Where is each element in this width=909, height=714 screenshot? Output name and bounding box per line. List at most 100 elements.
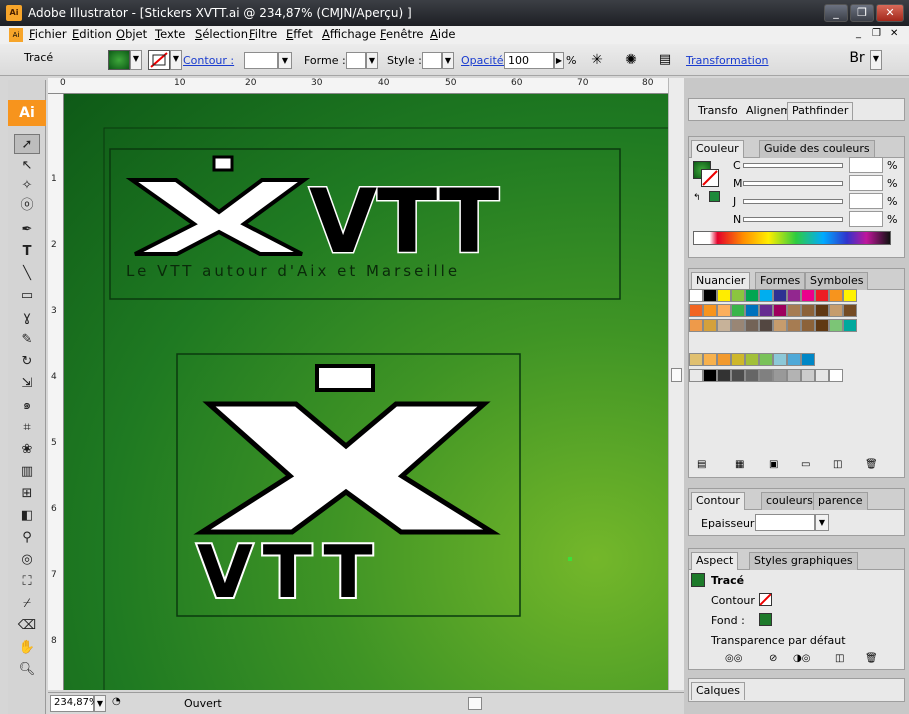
stroke-weight-field[interactable]	[244, 52, 278, 69]
selection-tool-icon[interactable]: ➚	[14, 134, 40, 154]
tab-transfo[interactable]: Transfo	[693, 102, 743, 120]
swatch[interactable]	[759, 289, 773, 302]
tab-pathfinder[interactable]: Pathfinder	[787, 102, 854, 120]
swatch[interactable]	[717, 319, 731, 332]
swap-colors-icon[interactable]: ↰	[693, 193, 701, 203]
j-value-field[interactable]	[849, 193, 883, 209]
close-button[interactable]: ✕	[876, 4, 904, 22]
new-color-group-icon[interactable]: ▭	[801, 459, 810, 470]
swatch-group-2[interactable]	[689, 369, 889, 383]
swatch[interactable]	[703, 289, 717, 302]
artboard-canvas[interactable]: VTT Le VTT autour d'Aix et Marseille VTT	[64, 94, 668, 690]
swatch[interactable]	[759, 304, 773, 317]
isolation-icon[interactable]: ✺	[622, 52, 640, 70]
swatch[interactable]	[689, 319, 703, 332]
lasso-tool-icon[interactable]: ⓞ	[14, 196, 40, 216]
swatch[interactable]	[731, 289, 745, 302]
swatch[interactable]	[717, 369, 731, 382]
swatch[interactable]	[801, 369, 815, 382]
magic-wand-tool-icon[interactable]: ✧	[14, 176, 40, 196]
vertical-scroll-thumb[interactable]	[671, 368, 682, 382]
menu-selection[interactable]: Sélection	[195, 27, 248, 41]
type-tool-icon[interactable]: T	[14, 242, 40, 262]
slice-tool-icon[interactable]: ⌿	[14, 594, 40, 614]
swatch[interactable]	[703, 304, 717, 317]
bridge-icon[interactable]: Br	[846, 50, 868, 70]
doc-close-icon[interactable]: ✕	[890, 28, 904, 42]
menu-texte[interactable]: Texte	[155, 27, 185, 41]
minimize-button[interactable]: _	[824, 4, 848, 22]
swatch[interactable]	[801, 319, 815, 332]
aspect-item[interactable]: Tracé	[711, 574, 744, 587]
j-slider[interactable]	[743, 199, 843, 204]
warp-tool-icon[interactable]: ๑	[14, 396, 40, 416]
restore-button[interactable]: ❐	[850, 4, 874, 22]
brush-dropdown-icon[interactable]: ▼	[366, 52, 378, 69]
stroke-dropdown-icon[interactable]: ▼	[170, 50, 182, 70]
direct-selection-tool-icon[interactable]: ↖	[14, 156, 40, 176]
aspect-fond-swatch[interactable]	[759, 613, 772, 626]
tab-aspect[interactable]: Aspect	[691, 552, 739, 570]
reduce-appearance-icon[interactable]: ◑◎	[793, 653, 810, 664]
swatch[interactable]	[787, 304, 801, 317]
graph-tool-icon[interactable]: ▥	[14, 462, 40, 482]
swatch[interactable]	[801, 304, 815, 317]
mesh-tool-icon[interactable]: ⊞	[14, 484, 40, 504]
vertical-scrollbar[interactable]	[668, 78, 684, 690]
swatch[interactable]	[717, 289, 731, 302]
swatch[interactable]	[773, 319, 787, 332]
zoom-tool-icon[interactable]: 🔍︎	[14, 660, 40, 680]
tab-symboles[interactable]: Symboles	[805, 272, 869, 290]
swatch[interactable]	[815, 319, 829, 332]
tab-transparence[interactable]: parence	[813, 492, 868, 510]
tab-couleur[interactable]: Couleur	[691, 140, 744, 158]
aspect-contour-swatch[interactable]	[759, 593, 772, 606]
swatch[interactable]	[717, 353, 731, 366]
swatch[interactable]	[689, 289, 703, 302]
gradient-tool-icon[interactable]: ◧	[14, 506, 40, 526]
swatch[interactable]	[829, 319, 843, 332]
delete-item-icon[interactable]: 🗑︎	[865, 653, 878, 664]
c-slider[interactable]	[743, 163, 843, 168]
swatch[interactable]	[843, 289, 857, 302]
swatch[interactable]	[843, 319, 857, 332]
swatch-folder-1[interactable]	[689, 353, 703, 366]
swatch[interactable]	[745, 289, 759, 302]
stroke-color-box[interactable]	[701, 169, 719, 187]
contour-link[interactable]: Contour :	[183, 54, 234, 67]
swatch-options-icon[interactable]: ▣	[769, 459, 778, 470]
duplicate-item-icon[interactable]: ◫	[835, 653, 844, 664]
live-paint-tool-icon[interactable]: ⛶	[14, 572, 40, 592]
m-slider[interactable]	[743, 181, 843, 186]
tab-styles-graphiques[interactable]: Styles graphiques	[749, 552, 858, 570]
swatch[interactable]	[773, 289, 787, 302]
brush-field[interactable]	[346, 52, 366, 69]
fill-swatch[interactable]	[108, 50, 130, 70]
new-swatch-icon[interactable]: ◫	[833, 459, 842, 470]
hand-tool-icon[interactable]: ✋	[14, 638, 40, 658]
swatch[interactable]	[787, 319, 801, 332]
tab-contour[interactable]: Contour	[691, 492, 745, 510]
pen-tool-icon[interactable]: ✒	[14, 220, 40, 240]
swatch-grid[interactable]	[689, 289, 889, 347]
swatch[interactable]	[787, 353, 801, 366]
free-transform-tool-icon[interactable]: ⌗	[14, 418, 40, 438]
clear-appearance-icon[interactable]: ⊘	[769, 653, 777, 664]
recolor-icon[interactable]: ✳	[588, 52, 606, 70]
menu-effet[interactable]: Effet	[286, 27, 313, 41]
m-value-field[interactable]	[849, 175, 883, 191]
line-tool-icon[interactable]: ╲	[14, 264, 40, 284]
doc-icon[interactable]: Ai	[9, 28, 23, 42]
style-field[interactable]	[422, 52, 442, 69]
eyedropper-tool-icon[interactable]: ⚲	[14, 528, 40, 548]
last-color-swatch[interactable]	[709, 191, 720, 202]
aspect-contour-label[interactable]: Contour :	[711, 594, 762, 607]
swatch[interactable]	[829, 289, 843, 302]
swatch[interactable]	[801, 289, 815, 302]
tab-guide-couleurs[interactable]: Guide des couleurs	[759, 140, 875, 158]
align-icon[interactable]: ▤	[656, 52, 674, 70]
swatch[interactable]	[717, 304, 731, 317]
swatch-folder-2[interactable]	[689, 369, 703, 382]
swatch[interactable]	[815, 289, 829, 302]
swatch[interactable]	[745, 353, 759, 366]
